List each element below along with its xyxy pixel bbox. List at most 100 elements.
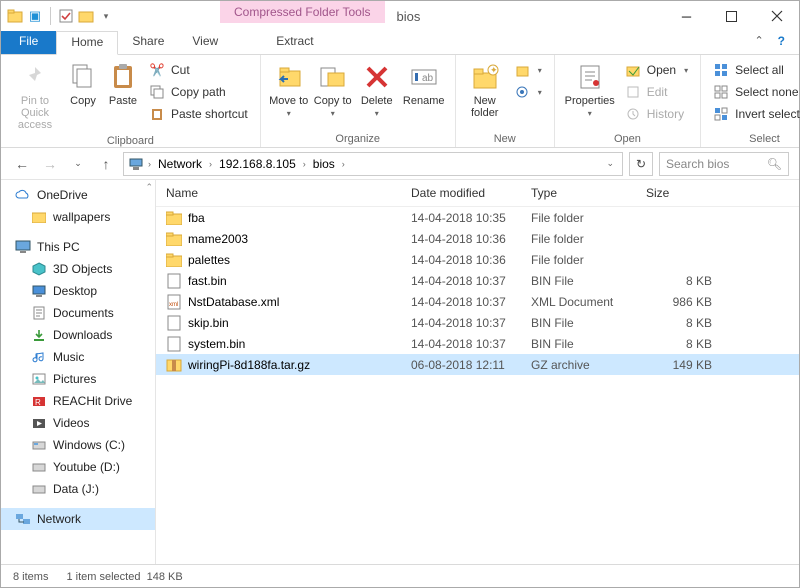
tree-scroll-up-icon[interactable]: ⌃ bbox=[145, 182, 153, 193]
breadcrumb[interactable]: › Network› 192.168.8.105› bios› ⌄ bbox=[123, 152, 623, 176]
tab-share[interactable]: Share bbox=[118, 31, 178, 54]
tree-item[interactable]: Videos bbox=[1, 412, 155, 434]
select-none-button[interactable]: Select none bbox=[711, 83, 800, 101]
minimize-button[interactable]: ─ bbox=[664, 1, 709, 31]
address-dropdown-icon[interactable]: ⌄ bbox=[606, 158, 618, 169]
nav-up-button[interactable]: ↑ bbox=[95, 153, 117, 175]
file-name: NstDatabase.xml bbox=[188, 295, 279, 309]
col-size[interactable]: Size bbox=[646, 186, 726, 200]
tree-item[interactable]: Data (J:) bbox=[1, 478, 155, 500]
crumb-network[interactable]: Network bbox=[155, 155, 205, 173]
invert-selection-button[interactable]: Invert selection bbox=[711, 105, 800, 123]
tree-item-label: Youtube (D:) bbox=[53, 460, 120, 474]
titlebar: ▣ ▾ Compressed Folder Tools bios ─ bbox=[1, 1, 799, 31]
qat-dropdown-icon[interactable]: ▾ bbox=[98, 8, 114, 24]
delete-icon bbox=[361, 61, 393, 93]
nav-tree[interactable]: ⌃ OneDrive wallpapers This PC 3D Objects… bbox=[1, 180, 156, 564]
file-type: XML Document bbox=[531, 295, 646, 309]
quick-access-toolbar: ▣ ▾ bbox=[1, 1, 120, 31]
copy-path-button[interactable]: Copy path bbox=[147, 83, 250, 101]
crumb-folder[interactable]: bios bbox=[310, 155, 338, 173]
nav-forward-button[interactable]: → bbox=[39, 153, 61, 175]
file-row[interactable]: wiringPi-8d188fa.tar.gz06-08-2018 12:11G… bbox=[156, 354, 799, 375]
close-button[interactable] bbox=[754, 1, 799, 31]
file-row[interactable]: skip.bin14-04-2018 10:37BIN File8 KB bbox=[156, 312, 799, 333]
copy-icon bbox=[67, 61, 99, 93]
invert-selection-icon bbox=[713, 106, 729, 122]
tree-item[interactable]: Downloads bbox=[1, 324, 155, 346]
move-to-icon bbox=[273, 61, 305, 93]
copy-to-icon bbox=[317, 61, 349, 93]
tab-view[interactable]: View bbox=[178, 31, 232, 54]
new-folder-button[interactable]: ✦ New folder bbox=[462, 57, 508, 123]
group-label-select: Select bbox=[707, 133, 800, 147]
tree-item[interactable]: Documents bbox=[1, 302, 155, 324]
file-list: Name Date modified Type Size fba14-04-20… bbox=[156, 180, 799, 564]
tree-item[interactable]: 3D Objects bbox=[1, 258, 155, 280]
col-type[interactable]: Type bbox=[531, 186, 646, 200]
nav-recent-button[interactable]: ⌄ bbox=[67, 153, 89, 175]
tree-item-label: Music bbox=[53, 350, 84, 364]
tree-item[interactable]: Music bbox=[1, 346, 155, 368]
paste-button[interactable]: Paste bbox=[103, 57, 143, 111]
easy-access-button[interactable]: ▾ bbox=[512, 83, 544, 101]
new-folder-icon: ✦ bbox=[469, 61, 501, 93]
nav-back-button[interactable]: ← bbox=[11, 153, 33, 175]
file-icon bbox=[166, 336, 182, 352]
help-icon[interactable]: ? bbox=[778, 34, 785, 48]
maximize-button[interactable] bbox=[709, 1, 754, 31]
history-button[interactable]: History bbox=[623, 105, 690, 123]
new-item-button[interactable]: ▾ bbox=[512, 61, 544, 79]
file-row[interactable]: system.bin14-04-2018 10:37BIN File8 KB bbox=[156, 333, 799, 354]
crumb-host[interactable]: 192.168.8.105 bbox=[216, 155, 299, 173]
properties-button[interactable]: Properties▾ bbox=[561, 57, 619, 122]
delete-button[interactable]: Delete▾ bbox=[355, 57, 399, 122]
rename-icon: ab bbox=[408, 61, 440, 93]
tree-item[interactable]: Windows (C:) bbox=[1, 434, 155, 456]
copy-to-button[interactable]: Copy to▾ bbox=[311, 57, 355, 122]
tree-wallpapers[interactable]: wallpapers bbox=[1, 206, 155, 228]
tree-this-pc[interactable]: This PC bbox=[1, 236, 155, 258]
tree-item[interactable]: Desktop bbox=[1, 280, 155, 302]
move-to-button[interactable]: Move to▾ bbox=[267, 57, 311, 122]
open-icon bbox=[625, 62, 641, 78]
tree-item[interactable]: Pictures bbox=[1, 368, 155, 390]
tree-item-icon bbox=[31, 283, 47, 299]
tree-item[interactable]: RREACHit Drive bbox=[1, 390, 155, 412]
col-date[interactable]: Date modified bbox=[411, 186, 531, 200]
qat-folder-icon[interactable] bbox=[78, 8, 94, 24]
file-row[interactable]: xmlNstDatabase.xml14-04-2018 10:37XML Do… bbox=[156, 291, 799, 312]
qat-checkbox-icon[interactable] bbox=[58, 8, 74, 24]
paste-shortcut-button[interactable]: Paste shortcut bbox=[147, 105, 250, 123]
file-row[interactable]: palettes14-04-2018 10:36File folder bbox=[156, 249, 799, 270]
ribbon-tabs: File Home Share View Extract ⌃ ? bbox=[1, 31, 799, 55]
column-headers[interactable]: Name Date modified Type Size bbox=[156, 180, 799, 207]
rename-button[interactable]: ab Rename bbox=[399, 57, 449, 111]
cut-button[interactable]: ✂️Cut bbox=[147, 61, 250, 79]
tree-network[interactable]: Network bbox=[1, 508, 155, 530]
open-button[interactable]: Open▾ bbox=[623, 61, 690, 79]
window-title: bios bbox=[397, 9, 421, 24]
copy-button[interactable]: Copy bbox=[63, 57, 103, 111]
qat-properties-icon[interactable]: ▣ bbox=[27, 8, 43, 24]
file-icon: xml bbox=[166, 294, 182, 310]
tree-item-label: Videos bbox=[53, 416, 89, 430]
edit-button[interactable]: Edit bbox=[623, 83, 690, 101]
file-row[interactable]: mame200314-04-2018 10:36File folder bbox=[156, 228, 799, 249]
tab-file[interactable]: File bbox=[1, 31, 56, 54]
file-row[interactable]: fba14-04-2018 10:35File folder bbox=[156, 207, 799, 228]
tab-home[interactable]: Home bbox=[56, 31, 118, 55]
folder-icon[interactable] bbox=[7, 8, 23, 24]
tree-item-label: Windows (C:) bbox=[53, 438, 125, 452]
col-name[interactable]: Name bbox=[166, 186, 411, 200]
collapse-ribbon-icon[interactable]: ⌃ bbox=[754, 34, 763, 48]
refresh-button[interactable]: ↻ bbox=[629, 152, 653, 176]
tab-extract[interactable]: Extract bbox=[262, 31, 327, 54]
pin-to-quick-access-button[interactable]: Pin to Quick access bbox=[7, 57, 63, 135]
search-input[interactable]: Search bios 🔍︎ bbox=[659, 152, 789, 176]
file-icon bbox=[166, 231, 182, 247]
select-all-button[interactable]: Select all bbox=[711, 61, 800, 79]
file-row[interactable]: fast.bin14-04-2018 10:37BIN File8 KB bbox=[156, 270, 799, 291]
tree-item[interactable]: Youtube (D:) bbox=[1, 456, 155, 478]
tree-onedrive[interactable]: OneDrive bbox=[1, 184, 155, 206]
